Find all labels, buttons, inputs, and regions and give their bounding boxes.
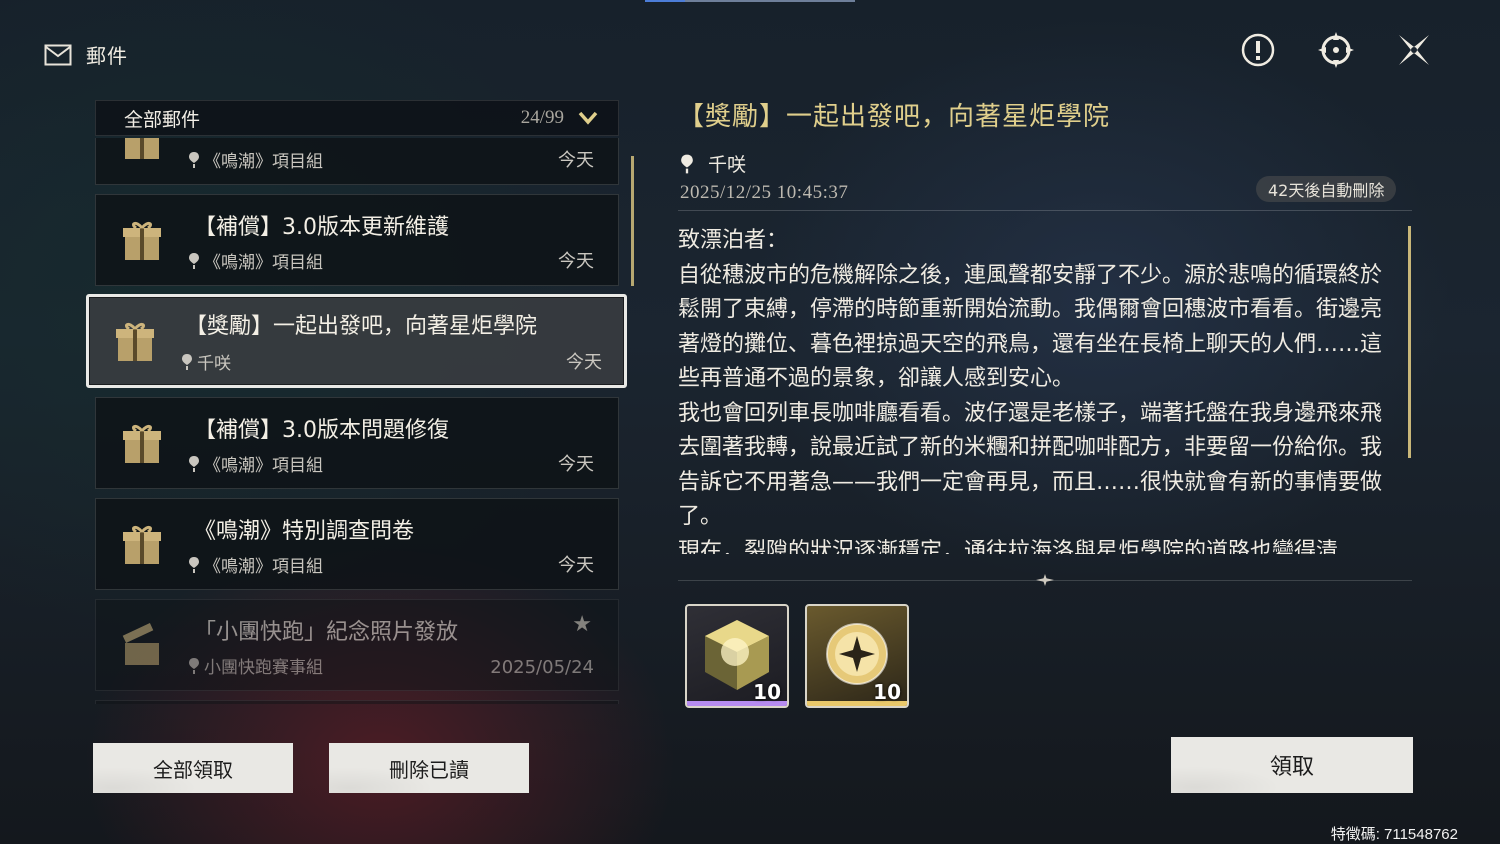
mail-sender-name: 《鳴潮》項目組 <box>204 557 323 577</box>
mail-sender-name: 《鳴潮》項目組 <box>204 456 323 476</box>
mail-date: 2025/05/24 <box>490 657 594 678</box>
mail-sender-name: 《鳴潮》項目組 <box>204 152 323 172</box>
mail-sender: 《鳴潮》項目組 <box>188 147 323 172</box>
mail-detail-sender: 千咲 <box>680 150 746 177</box>
mail-list-scrollbar[interactable] <box>631 156 634 286</box>
mail-date: 今天 <box>566 352 602 373</box>
mail-detail-time: 2025/12/25 10:45:37 <box>680 182 849 203</box>
mail-body-paragraph: 自從穗波市的危機解除之後，連風聲都安靜了不少。源於悲鳴的循環終於鬆開了束縛，停滯… <box>678 262 1383 392</box>
mail-sender: 《鳴潮》項目組 <box>188 451 323 476</box>
sender-pin-icon <box>189 455 199 472</box>
gift-icon <box>96 195 188 285</box>
gift-icon <box>96 398 188 488</box>
sender-pin-icon <box>189 657 199 674</box>
top-tab-indicator <box>645 0 855 2</box>
mail-item-selected[interactable]: 【獎勵】一起出發吧，向著星炬學院 千咲 今天 <box>86 294 627 388</box>
mail-body-greeting: 致漂泊者： <box>678 228 789 253</box>
mail-item[interactable]: 《鳴潮》特別調查問卷 《鳴潮》項目組 今天 <box>95 498 619 590</box>
mail-item[interactable]: 「小團快跑」紀念照片發放 ★ 小團快跑賽事組 2025/05/24 <box>95 599 619 691</box>
reward-item[interactable]: 10 <box>685 604 789 708</box>
mail-count: 24/99 <box>520 107 564 128</box>
mail-body-paragraph: 我也會回列車長咖啡廳看看。波仔還是老樣子，端著托盤在我身邊飛來飛去圍著我轉，說最… <box>678 400 1383 530</box>
mail-sender: 小團快跑賽事組 <box>188 653 323 678</box>
reward-quantity: 10 <box>873 680 901 704</box>
mail-body-paragraph: 現在，裂隙的狀況逐漸穩定，通往拉海洛與星炬學院的道路也變得清 <box>678 538 1339 555</box>
mail-header: 郵件 <box>44 40 128 69</box>
delete-read-button[interactable]: 刪除已讀 <box>329 743 529 793</box>
page-title: 郵件 <box>86 44 128 68</box>
mail-date: 今天 <box>558 150 594 171</box>
mail-date: 今天 <box>558 555 594 576</box>
divider-ornament-icon <box>1036 574 1054 586</box>
mail-sender-name: 《鳴潮》項目組 <box>204 253 323 273</box>
claim-button[interactable]: 領取 <box>1171 737 1413 793</box>
sender-name: 千咲 <box>708 154 747 176</box>
mail-sender-name: 千咲 <box>197 354 231 374</box>
gift-icon <box>96 138 188 184</box>
auto-delete-badge: 42天後自動刪除 <box>1256 176 1397 202</box>
gift-icon <box>96 499 188 589</box>
sender-pin-icon <box>189 556 199 573</box>
mail-sender: 《鳴潮》項目組 <box>188 552 323 577</box>
mail-title: 「小團快跑」紀念照片發放 <box>194 620 459 645</box>
mail-title: 《鳴潮》特別調查問卷 <box>194 519 415 544</box>
mail-detail-title: 【獎勵】一起出發吧，向著星炬學院 <box>678 102 1111 132</box>
reward-item[interactable]: 10 <box>805 604 909 708</box>
claim-all-button[interactable]: 全部領取 <box>93 743 293 793</box>
sender-pin-icon <box>182 353 192 370</box>
top-icons <box>1238 30 1434 70</box>
mail-item[interactable]: 《鳴潮》項目組 今天 <box>95 138 619 185</box>
mail-title: 【補償】3.0版本更新維護 <box>194 215 449 240</box>
player-uid: 特徵碼: 711548762 <box>1330 826 1458 843</box>
star-icon[interactable]: ★ <box>572 612 592 637</box>
mail-title: 【獎勵】一起出發吧，向著星炬學院 <box>185 314 538 339</box>
mail-item[interactable]: 【補償】3.0版本問題修復 《鳴潮》項目組 今天 <box>95 397 619 489</box>
chevron-down-icon <box>578 111 598 125</box>
mail-date: 今天 <box>558 251 594 272</box>
mail-filter-dropdown[interactable]: 全部郵件 24/99 <box>95 100 619 136</box>
info-icon[interactable] <box>1238 30 1278 70</box>
mail-body[interactable]: 致漂泊者： 自從穗波市的危機解除之後，連風聲都安靜了不少。源於悲鳴的循環終於鬆開… <box>678 224 1402 554</box>
compass-icon[interactable] <box>1316 30 1356 70</box>
mail-body-scrollbar[interactable] <box>1408 226 1411 458</box>
mail-item[interactable]: 【補償】3.0版本更新維護 《鳴潮》項目組 今天 <box>95 194 619 286</box>
mail-sender: 千咲 <box>181 349 231 374</box>
mail-list[interactable]: 《鳴潮》項目組 今天 【補償】3.0版本更新維護 《鳴潮》項目組 今天 【獎勵】… <box>86 138 631 704</box>
mail-title: 【補償】3.0版本問題修復 <box>194 418 449 443</box>
mail-date: 今天 <box>558 454 594 475</box>
mail-icon <box>44 44 72 65</box>
mail-sender: 《鳴潮》項目組 <box>188 248 323 273</box>
close-icon[interactable] <box>1394 30 1434 70</box>
reward-quantity: 10 <box>753 680 781 704</box>
gift-icon <box>89 297 181 385</box>
divider <box>678 210 1412 211</box>
sender-pin-icon <box>189 252 199 269</box>
opened-gift-icon <box>96 600 188 690</box>
sender-pin-icon <box>189 151 199 168</box>
sender-pin-icon <box>681 154 693 173</box>
filter-label: 全部郵件 <box>124 108 201 131</box>
mail-item[interactable] <box>95 700 619 704</box>
mail-sender-name: 小團快跑賽事組 <box>204 658 323 678</box>
